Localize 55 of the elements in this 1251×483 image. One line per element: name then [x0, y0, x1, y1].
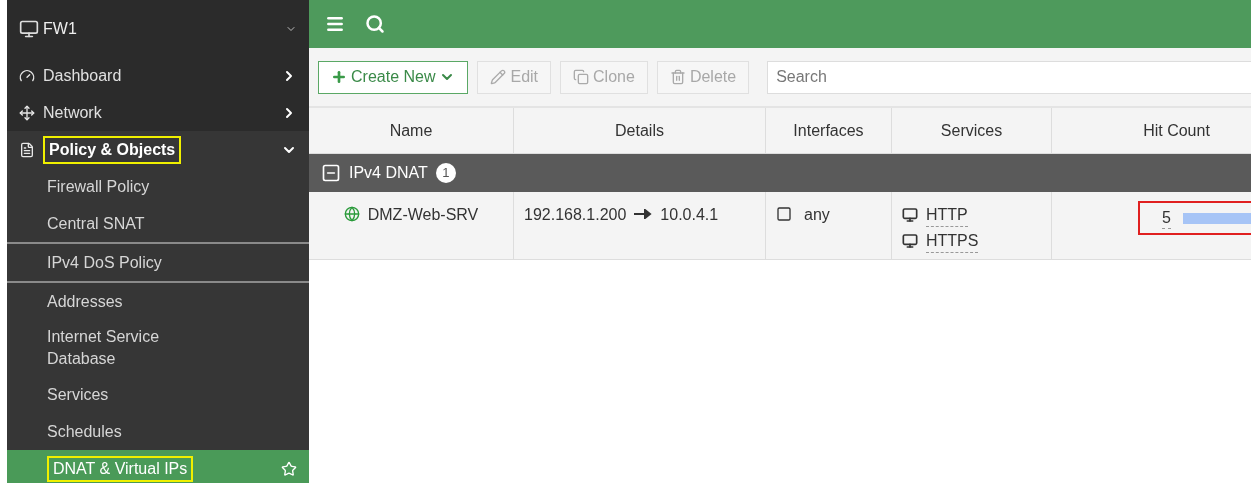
service-link[interactable]: HTTPS: [926, 229, 979, 253]
service-icon: [902, 207, 918, 223]
star-icon[interactable]: [281, 461, 297, 477]
sidebar-subitem[interactable]: Services: [7, 376, 309, 413]
sidebar-subitem-label: IPv4 DoS Policy: [47, 252, 163, 273]
interface-icon: [776, 206, 792, 222]
document-icon: [19, 141, 35, 158]
move-icon: [19, 104, 35, 121]
pencil-icon: [490, 69, 507, 85]
create-new-button[interactable]: Create New: [318, 60, 469, 94]
column-header[interactable]: Interfaces: [766, 108, 892, 153]
sidebar-subitem-label: Services: [47, 384, 110, 405]
sidebar-item[interactable]: Dashboard: [7, 57, 309, 94]
count-badge: 1: [435, 163, 456, 183]
globe-icon: [343, 206, 360, 222]
sidebar-item-label: Policy & Objects: [43, 135, 182, 164]
sidebar-subitem-label: Firewall Policy: [47, 176, 151, 197]
service-link[interactable]: HTTP: [926, 203, 968, 227]
sidebar-item-label: Dashboard: [43, 65, 122, 86]
sidebar-item-label: Network: [43, 102, 102, 123]
group-header[interactable]: IPv4 DNAT 1: [309, 154, 1251, 192]
sidebar-subitem[interactable]: IPv4 DoS Policy: [7, 244, 309, 281]
menu-icon[interactable]: [325, 14, 345, 34]
device-icon: [19, 18, 39, 39]
sidebar-subitem[interactable]: Addresses: [7, 283, 309, 320]
table-cell-text: DMZ-Web-SRV: [367, 205, 479, 225]
column-header[interactable]: Services: [892, 108, 1052, 153]
sidebar-subitem[interactable]: Schedules: [7, 413, 309, 450]
sidebar-subitem[interactable]: Internet Service Database: [7, 320, 309, 376]
sidebar-subitem-label: Schedules: [47, 421, 123, 442]
plus-icon: [331, 69, 347, 85]
column-header[interactable]: Hit Count: [1052, 108, 1251, 153]
sidebar-item[interactable]: Policy & Objects: [7, 131, 309, 168]
sidebar-subitem-label: DNAT & Virtual IPs: [47, 456, 194, 482]
copy-icon: [573, 69, 590, 85]
group-label: IPv4 DNAT: [349, 163, 428, 183]
sidebar-subitem-label: Central SNAT: [47, 213, 146, 234]
service-icon: [902, 233, 918, 249]
table-cell-text: 10.0.4.1: [660, 205, 719, 225]
sidebar-subitem[interactable]: Firewall Policy: [7, 168, 309, 205]
sidebar-item[interactable]: Network: [7, 94, 309, 131]
sidebar-subitem-label: Internet Service Database: [47, 327, 161, 369]
search-field[interactable]: Search: [767, 60, 1251, 94]
hit-count[interactable]: 5: [1162, 207, 1171, 229]
collapse-icon[interactable]: [321, 163, 341, 183]
table-cell-text: 192.168.1.200: [524, 205, 627, 225]
gauge-icon: [19, 67, 35, 84]
column-header[interactable]: Details: [514, 108, 766, 153]
sidebar-subitem-label: Addresses: [47, 291, 124, 312]
sidebar-subitem[interactable]: Central SNAT: [7, 205, 309, 242]
table-cell-text: any: [804, 205, 830, 225]
device-name: FW1: [43, 18, 78, 39]
search-icon[interactable]: [365, 14, 385, 34]
trash-icon: [669, 69, 686, 85]
column-header[interactable]: Name: [309, 108, 514, 153]
